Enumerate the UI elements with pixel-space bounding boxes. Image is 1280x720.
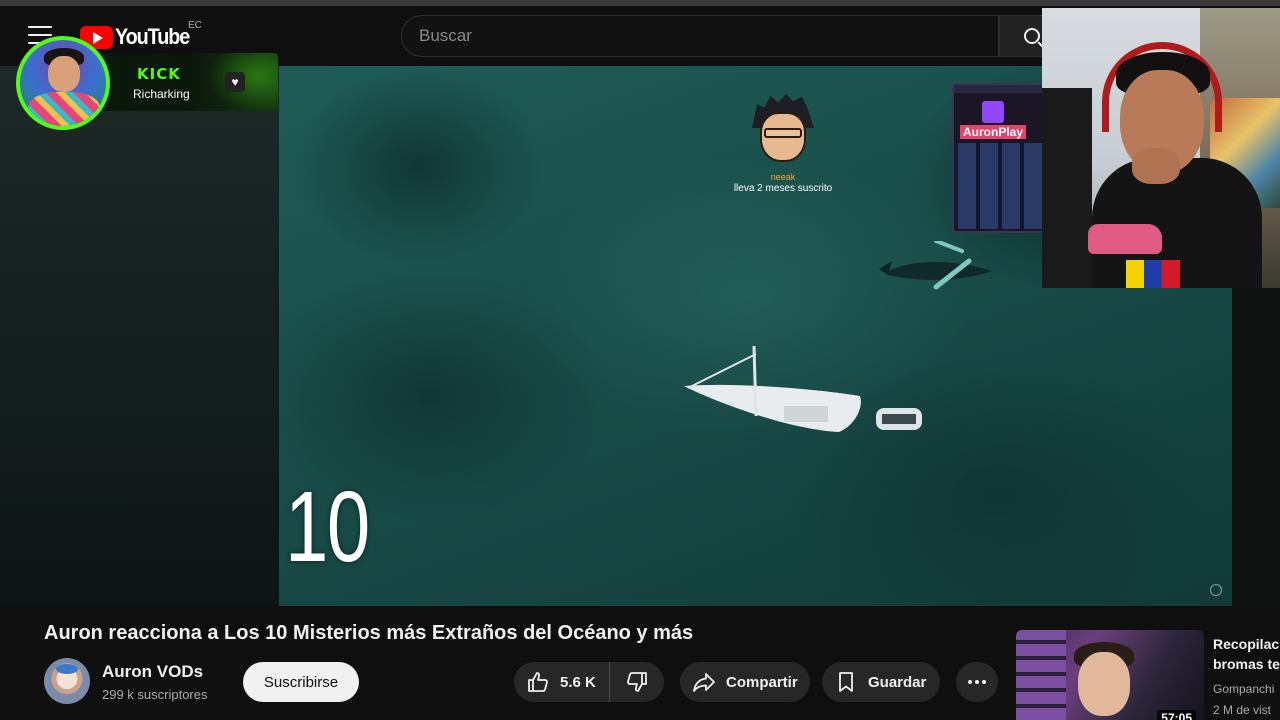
twitch-room-image — [958, 143, 1042, 229]
recommended-video-thumbnail[interactable]: 57:05 — [1016, 630, 1204, 720]
like-dislike-group: 5.6 K — [514, 662, 664, 702]
dislike-button[interactable] — [610, 662, 664, 702]
kick-avatar — [16, 36, 110, 130]
youtube-watch-page: YouTube EC neea — [0, 0, 1280, 720]
rec-title-line-1: Recopilac — [1213, 636, 1280, 652]
alert-message: lleva 2 meses suscrito — [733, 183, 833, 194]
streamer-webcam — [1042, 8, 1280, 288]
youtube-logo[interactable]: YouTube — [80, 24, 197, 50]
watermark-icon — [1210, 584, 1222, 596]
kick-username: Richarking — [133, 87, 190, 101]
player-right-backdrop — [1232, 288, 1280, 606]
twitch-channel-name: AuronPlay — [960, 125, 1027, 139]
search-input[interactable] — [419, 26, 998, 46]
twitch-inset: AuronPlay — [952, 83, 1044, 233]
save-label: Guardar — [868, 673, 927, 691]
countdown-number: 10 — [285, 471, 370, 583]
like-icon — [528, 672, 548, 692]
alert-avatar — [752, 94, 814, 166]
heart-icon: ♥ — [225, 72, 245, 92]
sailboat-shape — [684, 346, 922, 432]
rec-title-line-2: bromas te — [1213, 656, 1280, 672]
video-duration: 57:05 — [1157, 710, 1196, 720]
subscriber-alert: neeak lleva 2 meses suscrito — [728, 94, 838, 194]
channel-name[interactable]: Auron VODs — [102, 662, 203, 682]
save-button[interactable]: Guardar — [822, 662, 940, 702]
subscriber-count: 299 k suscriptores — [102, 687, 208, 702]
more-icon — [968, 680, 986, 684]
like-count: 5.6 K — [560, 673, 596, 691]
search-icon — [1024, 28, 1040, 44]
alert-username: neeak — [770, 172, 796, 182]
save-icon — [839, 672, 853, 692]
youtube-logo-text: YouTube — [115, 24, 190, 49]
subscribe-button[interactable]: Suscribirse — [243, 662, 359, 702]
video-title: Auron reacciona a Los 10 Misterios más E… — [44, 622, 694, 644]
share-icon — [693, 673, 715, 692]
share-label: Compartir — [726, 673, 798, 691]
dislike-icon — [627, 672, 647, 692]
recommended-channel-name[interactable]: Gompanchi — [1213, 682, 1274, 696]
recommended-video-title[interactable]: Recopilac bromas te — [1213, 634, 1280, 674]
share-button[interactable]: Compartir — [680, 662, 810, 702]
whale-shape — [879, 241, 992, 290]
search-box — [401, 15, 999, 57]
region-code: EC — [188, 20, 202, 31]
kick-logo-text: KICK — [137, 65, 181, 83]
more-actions-button[interactable] — [956, 662, 998, 702]
channel-avatar[interactable] — [44, 658, 90, 704]
player-left-backdrop — [0, 66, 279, 606]
like-button[interactable]: 5.6 K — [514, 662, 610, 702]
twitch-icon — [982, 101, 1004, 123]
recommended-view-count: 2 M de vist — [1213, 703, 1272, 717]
